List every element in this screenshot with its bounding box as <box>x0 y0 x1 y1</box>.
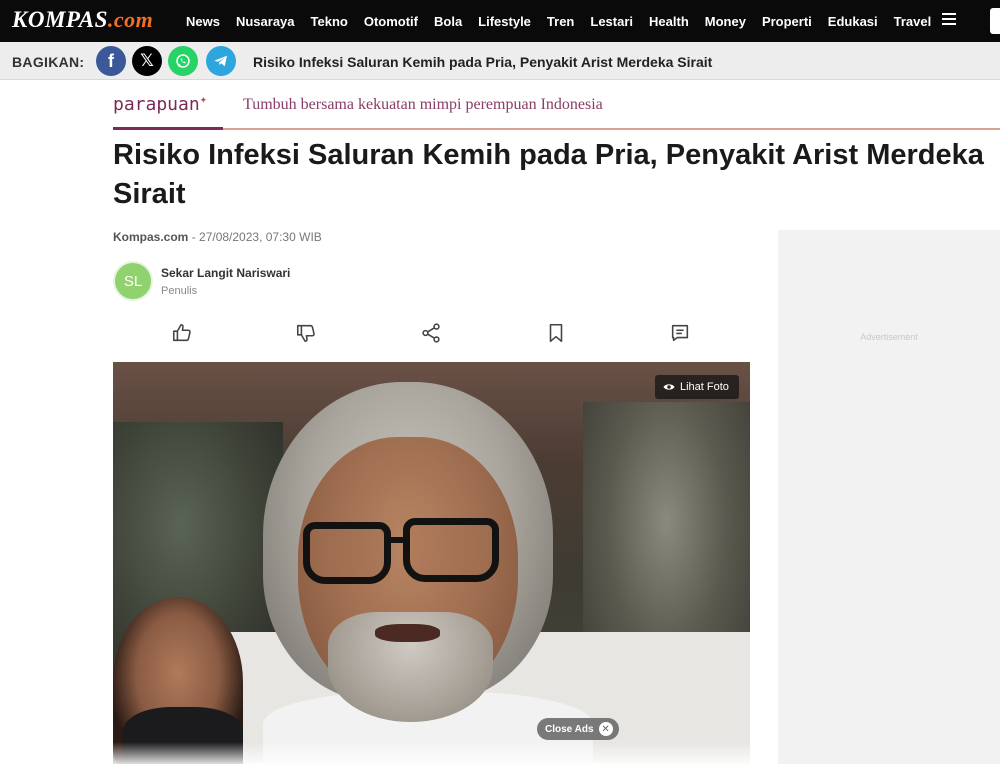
view-photo-button[interactable]: Lihat Foto <box>655 375 739 399</box>
nav-item-lifestyle[interactable]: Lifestyle <box>478 14 531 29</box>
parapuan-tagline: Tumbuh bersama kekuatan mimpi perempuan … <box>243 96 603 113</box>
nav-item-news[interactable]: News <box>186 14 220 29</box>
close-icon: ✕ <box>598 722 613 736</box>
dislike-button[interactable] <box>295 322 319 346</box>
nav-item-edukasi[interactable]: Edukasi <box>828 14 878 29</box>
comment-icon <box>671 324 689 342</box>
nav-item-money[interactable]: Money <box>705 14 746 29</box>
author-name[interactable]: Sekar Langit Nariswari <box>161 266 290 280</box>
article-headline: Risiko Infeksi Saluran Kemih pada Pria, … <box>113 139 984 210</box>
facebook-share-button[interactable]: f <box>96 46 126 76</box>
section-divider-accent <box>113 127 223 130</box>
section-divider <box>113 128 1000 130</box>
x-icon: 𝕏 <box>140 51 154 70</box>
close-ads-label: Close Ads <box>545 723 594 735</box>
x-share-button[interactable]: 𝕏 <box>132 46 162 76</box>
article-actions <box>113 318 750 350</box>
article-meta: Kompas.com - 27/08/2023, 07:30 WIB <box>113 230 322 244</box>
like-icon <box>172 323 191 342</box>
nav-item-bola[interactable]: Bola <box>434 14 462 29</box>
nav-item-nusaraya[interactable]: Nusaraya <box>236 14 295 29</box>
facebook-icon: f <box>108 50 114 71</box>
share-button[interactable] <box>420 322 444 346</box>
whatsapp-icon <box>176 54 190 68</box>
bookmark-button[interactable] <box>545 322 569 346</box>
star-icon: ✦ <box>199 92 207 106</box>
view-photo-label: Lihat Foto <box>680 381 729 393</box>
hamburger-icon[interactable] <box>942 13 956 27</box>
share-article-title: Risiko Infeksi Saluran Kemih pada Pria, … <box>253 54 713 70</box>
share-label: BAGIKAN: <box>12 54 85 70</box>
nav-item-lestari[interactable]: Lestari <box>590 14 633 29</box>
whatsapp-share-button[interactable] <box>168 46 198 76</box>
search-box[interactable] <box>990 8 1000 34</box>
article-date: - 27/08/2023, 07:30 WIB <box>188 230 322 244</box>
nav-menu: News Nusaraya Tekno Otomotif Bola Lifest… <box>186 0 947 42</box>
top-navbar: KOMPAS.com News Nusaraya Tekno Otomotif … <box>0 0 1000 42</box>
advertisement-label: Advertisement <box>860 332 918 342</box>
kompas-logo[interactable]: KOMPAS.com <box>12 7 153 33</box>
telegram-share-button[interactable] <box>206 46 236 76</box>
telegram-icon <box>214 55 227 67</box>
nav-item-tren[interactable]: Tren <box>547 14 574 29</box>
article-photo[interactable] <box>113 362 750 764</box>
bookmark-icon <box>549 323 563 343</box>
advertisement-panel[interactable]: Advertisement <box>778 230 1000 764</box>
author-role: Penulis <box>161 285 198 297</box>
parapuan-logo[interactable]: parapuan✦ <box>113 92 207 115</box>
share-bar: BAGIKAN: f 𝕏 Risiko Infeksi Saluran Kemi… <box>0 42 1000 80</box>
nav-item-otomotif[interactable]: Otomotif <box>364 14 418 29</box>
article-source[interactable]: Kompas.com <box>113 230 188 244</box>
comment-button[interactable] <box>669 322 693 346</box>
close-ads-button[interactable]: Close Ads ✕ <box>537 718 619 740</box>
share-icon <box>422 323 440 343</box>
nav-item-properti[interactable]: Properti <box>762 14 812 29</box>
like-button[interactable] <box>171 322 195 346</box>
nav-item-health[interactable]: Health <box>649 14 689 29</box>
nav-item-travel[interactable]: Travel <box>894 14 932 29</box>
dislike-icon <box>296 324 315 343</box>
avatar[interactable]: SL <box>113 261 153 301</box>
nav-item-tekno[interactable]: Tekno <box>311 14 348 29</box>
eye-icon <box>663 384 675 390</box>
